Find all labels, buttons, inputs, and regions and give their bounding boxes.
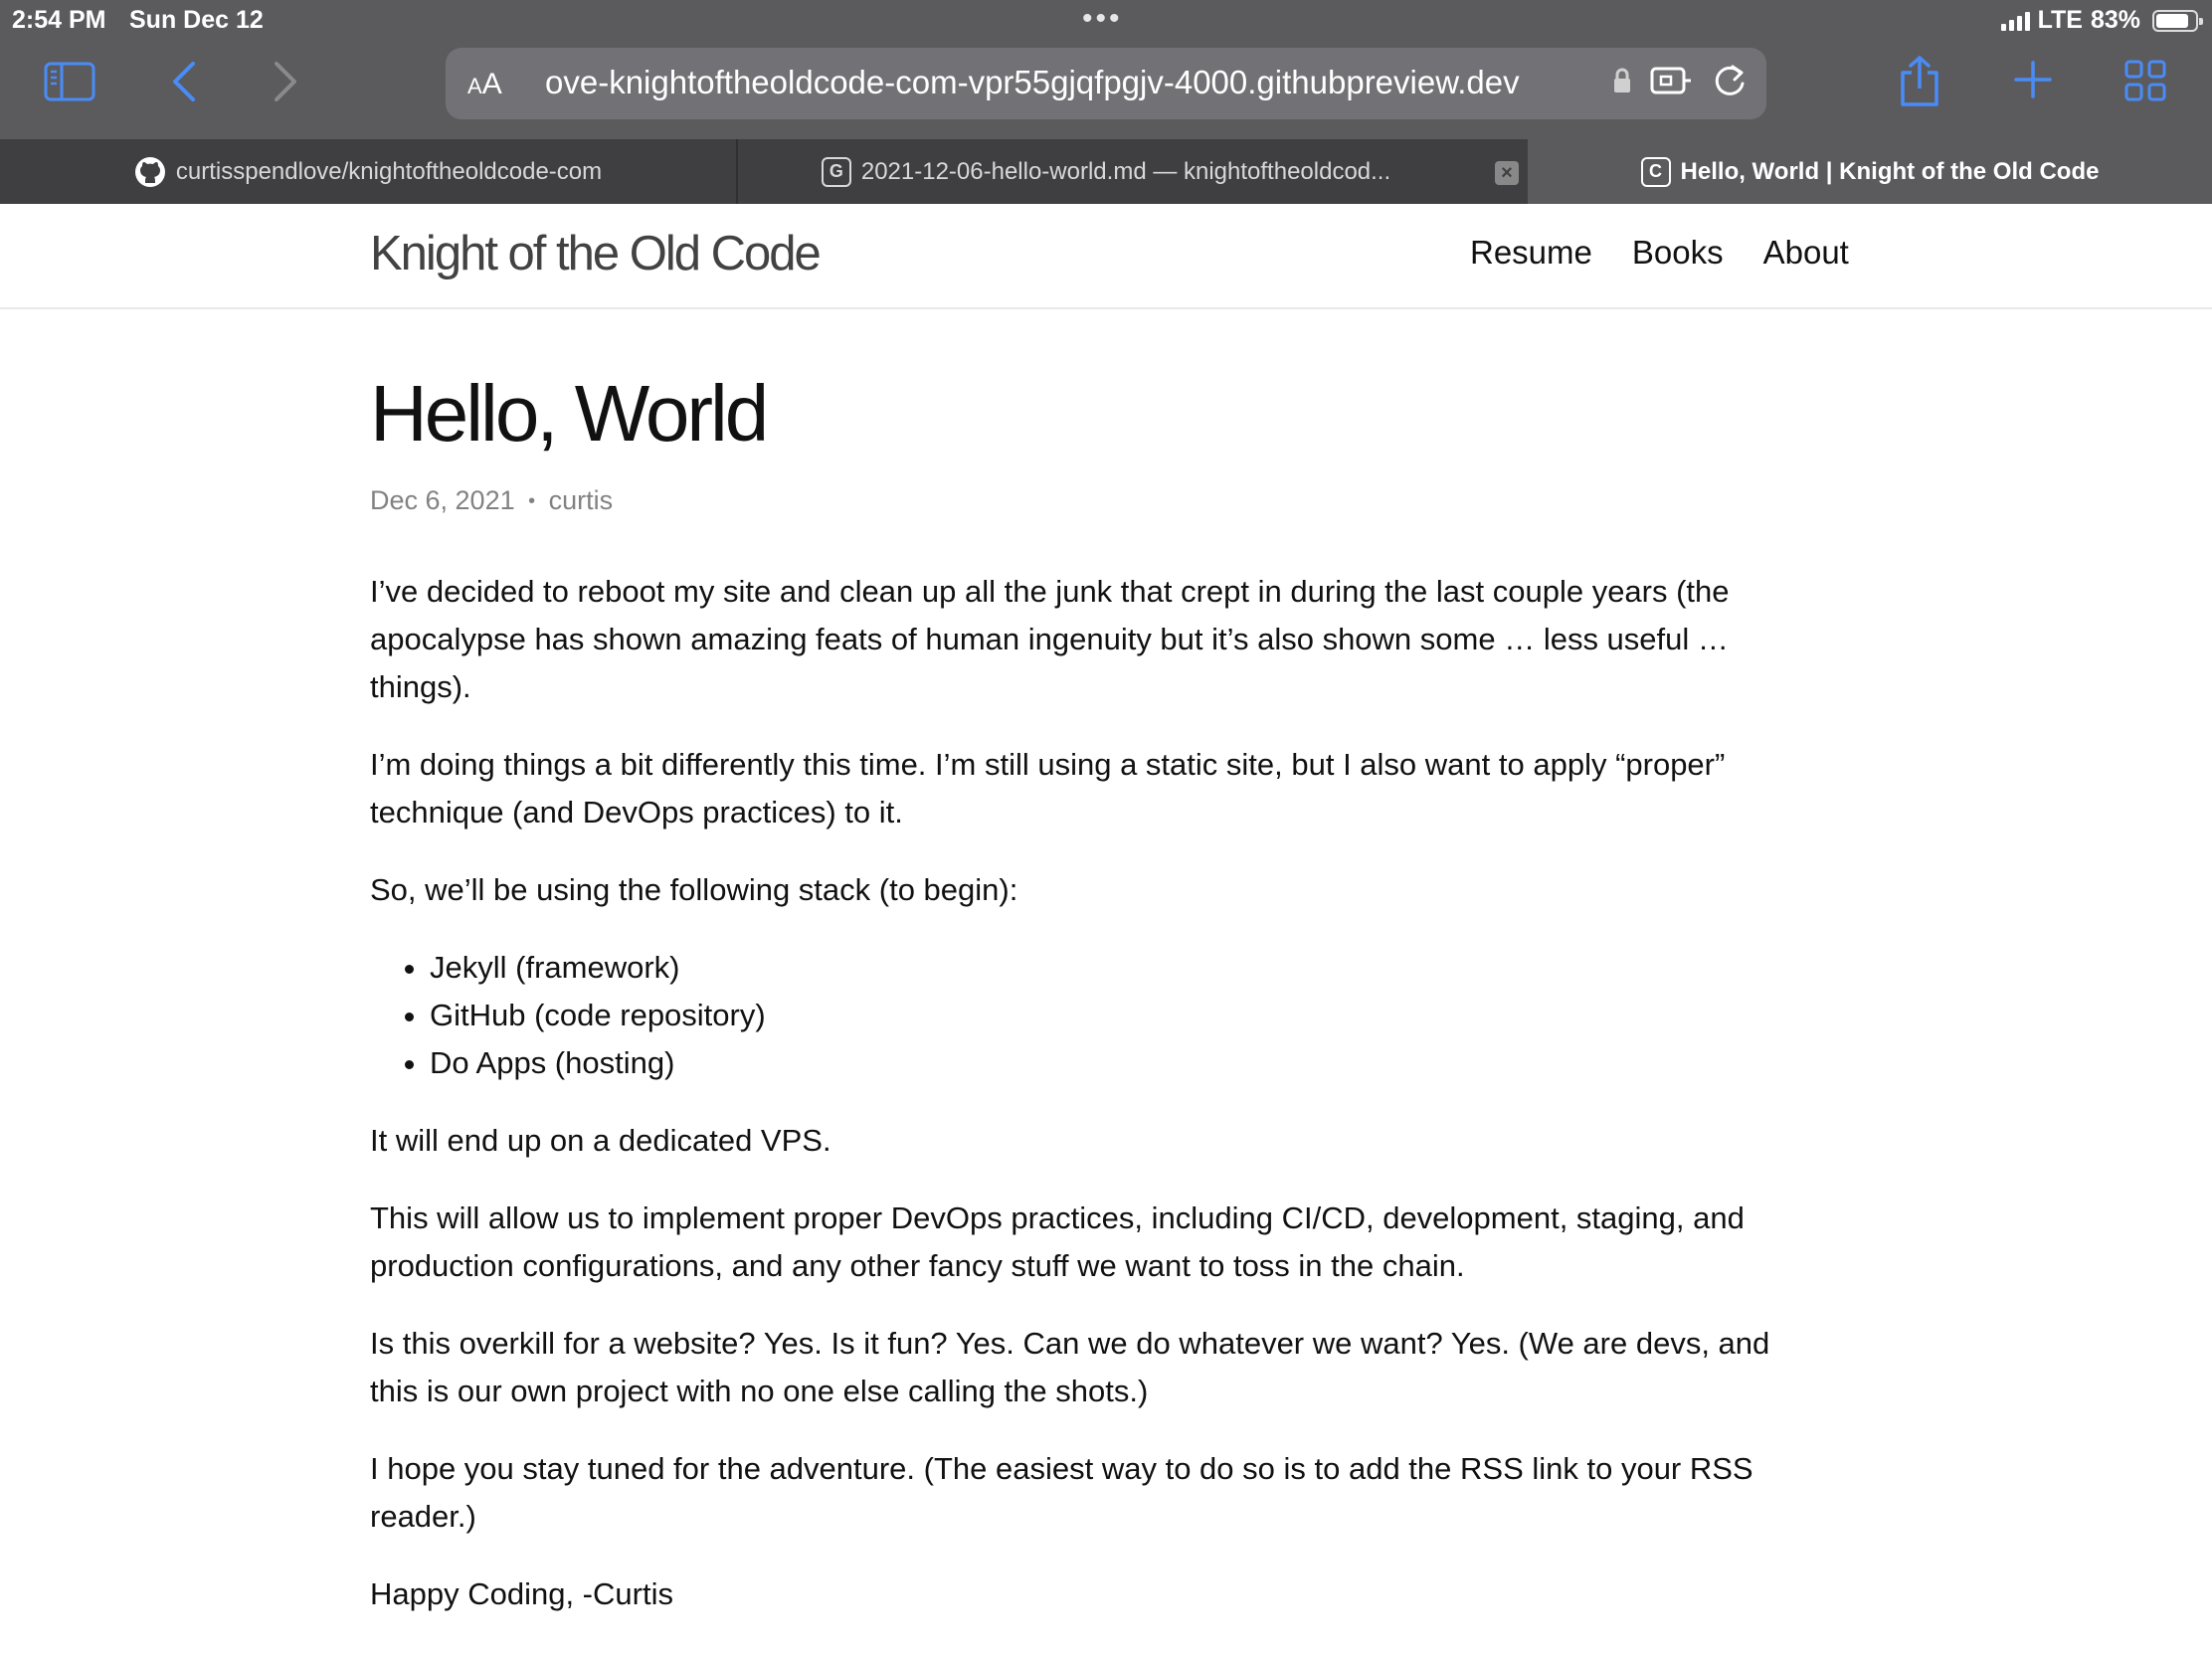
paragraph: I’m doing things a bit differently this … (370, 747, 1726, 830)
lock-icon (1613, 68, 1631, 98)
browser-toolbar: AA ove-knightoftheoldcode-com-vpr55gjqfp… (0, 40, 2212, 139)
tab-hello-world[interactable]: C Hello, World | Knight of the Old Code (1528, 139, 2212, 204)
browser-chrome: 2:54 PM Sun Dec 12 ••• LTE 83% AA ove-kn… (0, 0, 2212, 204)
site-header: Knight of the Old Code Resume Books Abou… (0, 204, 2212, 309)
stack-list: Jekyll (framework) GitHub (code reposito… (430, 944, 1822, 1087)
sidebar-icon[interactable] (42, 60, 97, 103)
paragraph: This will allow us to implement proper D… (370, 1200, 1745, 1283)
paragraph: So, we’ll be using the following stack (… (370, 872, 1018, 907)
tab-title: 2021-12-06-hello-world.md — knightoftheo… (860, 157, 1391, 185)
list-item: Jekyll (framework) (430, 944, 1822, 992)
nav-link-about[interactable]: About (1763, 234, 1849, 272)
network-label: LTE (2037, 6, 2083, 34)
battery-fill (2156, 13, 2188, 28)
tab-title: curtisspendlove/knightoftheoldcode-com (175, 157, 603, 185)
forward-icon[interactable] (267, 58, 306, 105)
meta-separator: • (528, 490, 536, 512)
share-icon[interactable] (1896, 54, 1943, 109)
multitasking-dots-icon[interactable]: ••• (1082, 2, 1123, 36)
post-date: Dec 6, 2021 (370, 485, 515, 515)
github-icon (134, 156, 166, 188)
tab-title: Hello, World | Knight of the Old Code (1680, 157, 2100, 185)
paragraph: It will end up on a dedicated VPS. (370, 1123, 831, 1158)
url-text[interactable]: ove-knightoftheoldcode-com-vpr55gjqfpgjv… (545, 64, 1599, 101)
tab-bar: curtisspendlove/knightoftheoldcode-com G… (0, 139, 2212, 204)
c-favicon-icon: C (1640, 156, 1671, 187)
tab-github[interactable]: curtisspendlove/knightoftheoldcode-com (0, 139, 736, 204)
signoff: Happy Coding, -Curtis (370, 1576, 673, 1611)
tab-markdown-file[interactable]: G 2021-12-06-hello-world.md — knightofth… (738, 139, 1474, 204)
list-item: Do Apps (hosting) (430, 1039, 1822, 1087)
battery-percent: 83% (2090, 6, 2140, 34)
reader-extension-icon[interactable] (1649, 63, 1693, 103)
site-nav: Resume Books About (1470, 234, 1849, 272)
signal-icon (2000, 11, 2030, 31)
post-body: I’ve decided to reboot my site and clean… (370, 568, 1822, 1618)
list-item: GitHub (code repository) (430, 992, 1822, 1039)
tab-overview-icon[interactable] (2122, 58, 2168, 103)
g-favicon-icon: G (821, 156, 851, 187)
paragraph: Is this overkill for a website? Yes. Is … (370, 1326, 1770, 1408)
new-tab-icon[interactable] (2011, 58, 2055, 101)
post-meta: Dec 6, 2021 • curtis (370, 485, 1822, 516)
paragraph: I’ve decided to reboot my site and clean… (370, 574, 1730, 704)
reload-icon[interactable] (1711, 62, 1749, 104)
status-date: Sun Dec 12 (129, 6, 264, 34)
text-size-button[interactable]: AA (467, 68, 502, 101)
nav-link-books[interactable]: Books (1632, 234, 1724, 272)
post-title: Hello, World (370, 369, 769, 458)
close-tab-icon[interactable]: × (1495, 161, 1519, 185)
paragraph: I hope you stay tuned for the adventure.… (370, 1451, 1753, 1534)
status-indicators: LTE 83% (2000, 6, 2203, 35)
status-time: 2:54 PM (12, 6, 106, 34)
nav-link-resume[interactable]: Resume (1470, 234, 1592, 272)
address-bar[interactable]: AA ove-knightoftheoldcode-com-vpr55gjqfp… (446, 48, 1766, 119)
post-article: Hello, World Dec 6, 2021 • curtis I’ve d… (370, 368, 1822, 1648)
back-icon[interactable] (163, 58, 203, 105)
battery-icon (2152, 9, 2203, 32)
site-title-link[interactable]: Knight of the Old Code (370, 226, 822, 281)
post-author: curtis (548, 485, 614, 515)
status-bar: 2:54 PM Sun Dec 12 ••• LTE 83% (0, 0, 2212, 40)
